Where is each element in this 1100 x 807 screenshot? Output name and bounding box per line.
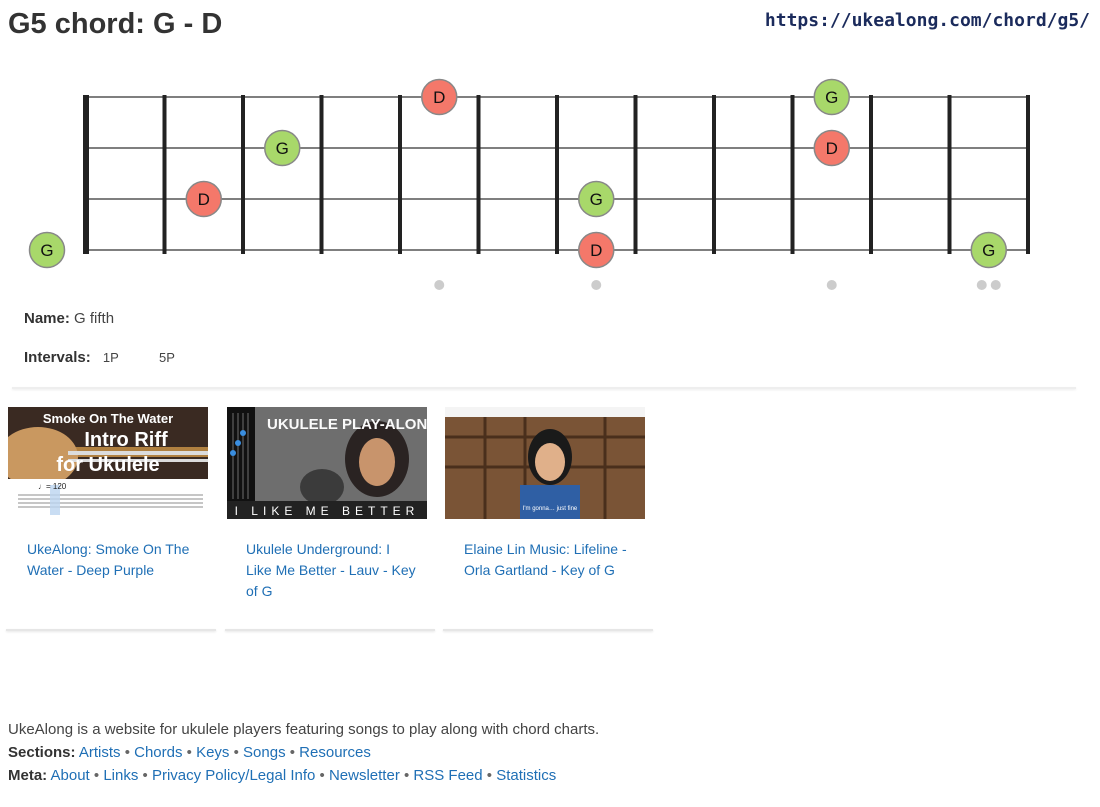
note-label: D [198,190,210,209]
card-shadow [6,629,216,631]
chord-name: G fifth [74,310,115,327]
footer-link-about[interactable]: About [51,767,90,784]
video-thumbnail[interactable]: UKULELE PLAY-ALONG I LIKE ME BETTER [227,407,427,519]
intervals-row: Intervals: 1P 5P [24,349,203,366]
footer-link-keys[interactable]: Keys [196,744,229,761]
video-thumbnail[interactable]: Smoke On The Water Intro Riff for Ukulel… [8,407,208,519]
thumb-caption-bottom: I LIKE ME BETTER [235,504,420,518]
meta-label: Meta: [8,767,48,784]
footer-meta: Meta: About • Links • Privacy Policy/Leg… [8,767,557,784]
interval-fifth: 5P [159,350,175,365]
note-label: D [433,88,445,107]
video-link[interactable]: UkeAlong: Smoke On The Water - Deep Purp… [27,539,197,581]
fret-marker-dot [434,280,445,290]
fret-marker-dot [826,280,837,290]
footer-link-newsletter[interactable]: Newsletter [329,767,400,784]
footer-link-songs[interactable]: Songs [243,744,286,761]
footer-sections: Sections: Artists • Chords • Keys • Song… [8,744,371,761]
video-link[interactable]: Elaine Lin Music: Lifeline - Orla Gartla… [464,539,634,581]
note-label: G [825,88,838,107]
footer-tagline: UkeAlong is a website for ukulele player… [8,721,600,738]
note-label: G [40,241,53,260]
footer-link-resources[interactable]: Resources [299,744,371,761]
card-shadow [225,629,435,631]
info-card-divider [12,387,1076,389]
footer-link-artists[interactable]: Artists [79,744,121,761]
thumb-caption-line3: for Ukulele [56,454,159,476]
video-card: UKULELE PLAY-ALONG I LIKE ME BETTER Ukul… [225,407,435,631]
note-label: D [590,241,602,260]
sections-label: Sections: [8,744,76,761]
video-thumbnail[interactable]: I'm gonna… just fine [445,407,645,519]
fret-marker-dot [976,280,987,290]
video-link[interactable]: Ukulele Underground: I Like Me Better - … [246,539,416,602]
footer-link-chords[interactable]: Chords [134,744,182,761]
name-label: Name: [24,310,70,327]
note-label: G [982,241,995,260]
video-card: I'm gonna… just fine Elaine Lin Music: L… [443,407,653,631]
page-url: https://ukealong.com/chord/g5/ [764,10,1090,31]
card-shadow [443,629,653,631]
thumb-subtitle: I'm gonna… just fine [523,506,578,512]
fretboard-diagram: G D G D G D G D G [28,78,1030,290]
intervals-label: Intervals: [24,349,91,366]
chord-name-row: Name: G fifth [24,310,114,327]
interval-root: 1P [102,350,119,365]
footer-link-privacy[interactable]: Privacy Policy/Legal Info [152,767,315,784]
footer-link-statistics[interactable]: Statistics [496,767,556,784]
thumb-caption-line1: Smoke On The Water [43,411,173,426]
thumb-caption-top: UKULELE PLAY-ALONG [267,416,427,433]
thumb-caption-line2: Intro Riff [84,429,168,451]
fret-marker-dot [990,280,1001,290]
footer-link-rss[interactable]: RSS Feed [413,767,482,784]
note-label: G [590,190,603,209]
page-title: G5 chord: G - D [8,8,223,40]
video-card: Smoke On The Water Intro Riff for Ukulel… [6,407,216,631]
footer-link-links[interactable]: Links [103,767,138,784]
note-label: G [276,139,289,158]
thumb-tempo: ♩= 120 [38,482,67,491]
note-label: D [826,139,838,158]
fret-marker-dot [591,280,602,290]
